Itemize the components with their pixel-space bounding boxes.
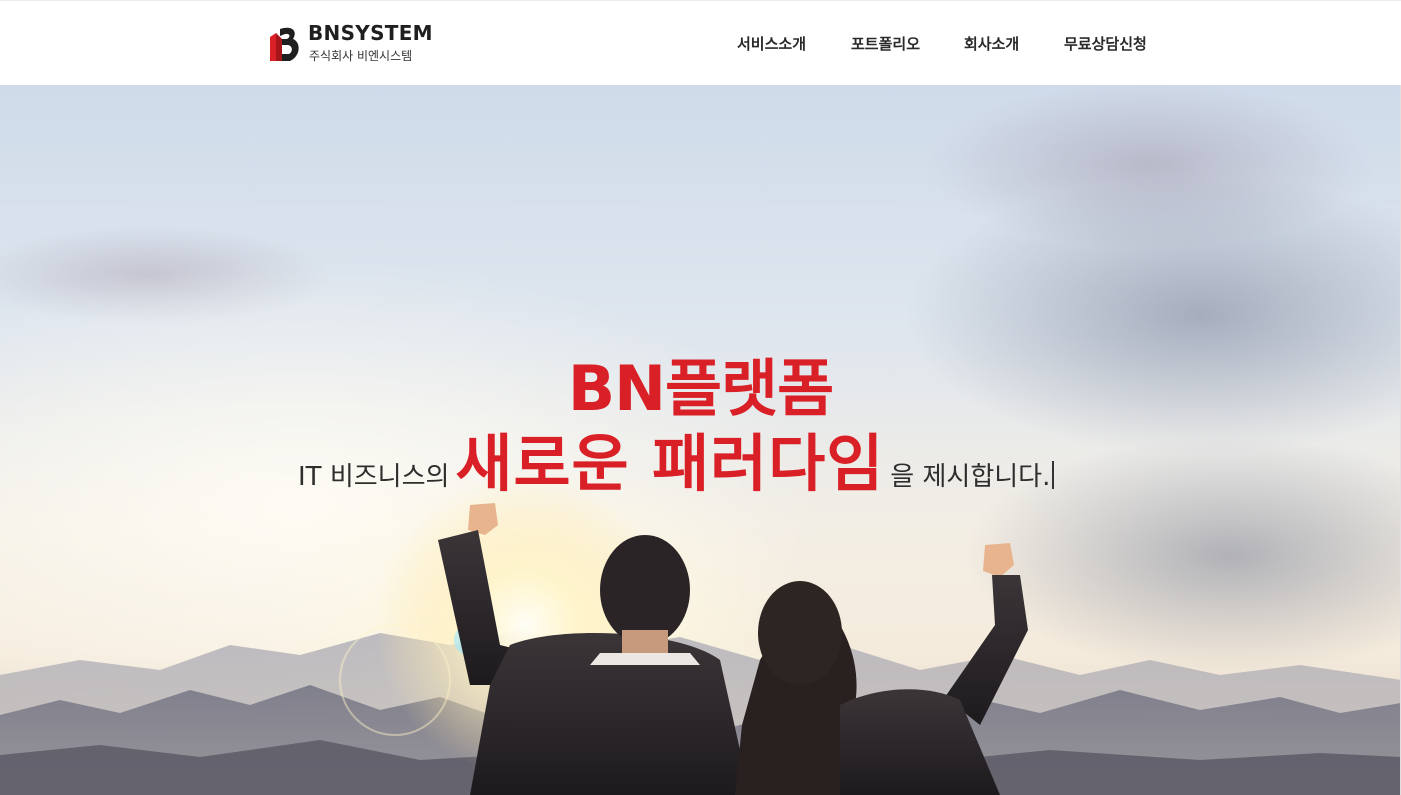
hero-headline-secondary: IT 비즈니스의새로운 패러다임 을 제시합니다. (298, 413, 1055, 500)
site-header: BNSYSTEM 주식회사 비엔시스템 서비스소개 포트폴리오 회사소개 무료상… (0, 0, 1401, 85)
nav-item-services[interactable]: 서비스소개 (737, 33, 806, 54)
hero-banner: BN플랫폼 IT 비즈니스의새로운 패러다임 을 제시합니다. (0, 85, 1401, 795)
nav-item-portfolio[interactable]: 포트폴리오 (851, 33, 920, 54)
nav-item-consultation[interactable]: 무료상담신청 (1064, 33, 1147, 54)
nav-item-company[interactable]: 회사소개 (964, 33, 1019, 54)
headline-suffix: 을 제시합니다. (890, 462, 1051, 492)
typing-cursor (1052, 461, 1055, 489)
headline-prefix: IT 비즈니스의 (298, 462, 450, 492)
main-nav: 서비스소개 포트폴리오 회사소개 무료상담신청 (0, 33, 1401, 57)
headline-emphasis: 새로운 패러다임 (455, 427, 885, 500)
